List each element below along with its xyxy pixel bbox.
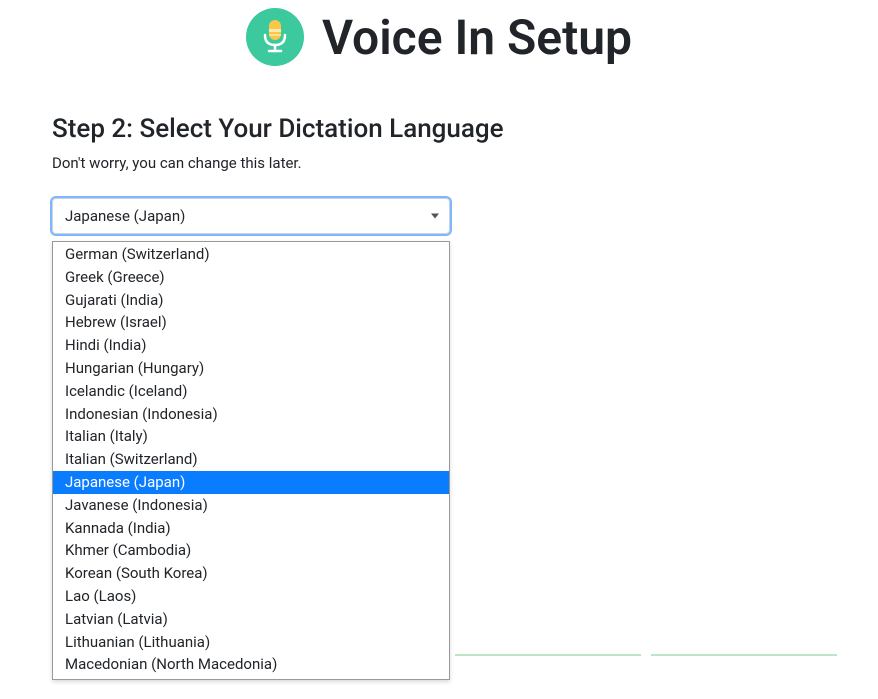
language-option[interactable]: Malay (Malaysia)	[53, 676, 449, 679]
language-option[interactable]: Greek (Greece)	[53, 266, 449, 289]
language-option[interactable]: Javanese (Indonesia)	[53, 494, 449, 517]
language-option[interactable]: German (Switzerland)	[53, 243, 449, 266]
progress-segment	[651, 654, 837, 656]
language-select-wrap: Japanese (Japan) German (Switzerland)Gre…	[52, 198, 450, 234]
language-option[interactable]: Hebrew (Israel)	[53, 311, 449, 334]
step-heading: Step 2: Select Your Dictation Language	[52, 114, 878, 144]
language-option[interactable]: Gujarati (India)	[53, 289, 449, 312]
language-option[interactable]: Korean (South Korea)	[53, 562, 449, 585]
language-option[interactable]: Hindi (India)	[53, 334, 449, 357]
language-select-value: Japanese (Japan)	[65, 207, 185, 225]
language-option[interactable]: Icelandic (Iceland)	[53, 380, 449, 403]
setup-content: Step 2: Select Your Dictation Language D…	[52, 114, 878, 234]
language-option[interactable]: Italian (Italy)	[53, 425, 449, 448]
language-select[interactable]: Japanese (Japan)	[52, 198, 450, 234]
language-option[interactable]: Kannada (India)	[53, 517, 449, 540]
language-option[interactable]: Japanese (Japan)	[53, 471, 449, 494]
language-option[interactable]: Indonesian (Indonesia)	[53, 403, 449, 426]
chevron-down-icon	[431, 214, 439, 219]
language-option[interactable]: Lithuanian (Lithuania)	[53, 631, 449, 654]
page-header: Voice In Setup	[0, 8, 878, 66]
progress-segment	[455, 654, 641, 656]
language-option[interactable]: Khmer (Cambodia)	[53, 539, 449, 562]
microphone-icon	[246, 8, 304, 66]
language-option[interactable]: Italian (Switzerland)	[53, 448, 449, 471]
language-option-list[interactable]: German (Switzerland)Greek (Greece)Gujara…	[53, 242, 449, 679]
step-subtext: Don't worry, you can change this later.	[52, 154, 878, 172]
language-option[interactable]: Latvian (Latvia)	[53, 608, 449, 631]
language-option[interactable]: Macedonian (North Macedonia)	[53, 653, 449, 676]
language-dropdown: German (Switzerland)Greek (Greece)Gujara…	[52, 241, 450, 680]
progress-indicator	[455, 654, 855, 656]
page-title: Voice In Setup	[322, 9, 632, 66]
language-option[interactable]: Hungarian (Hungary)	[53, 357, 449, 380]
language-option[interactable]: Lao (Laos)	[53, 585, 449, 608]
